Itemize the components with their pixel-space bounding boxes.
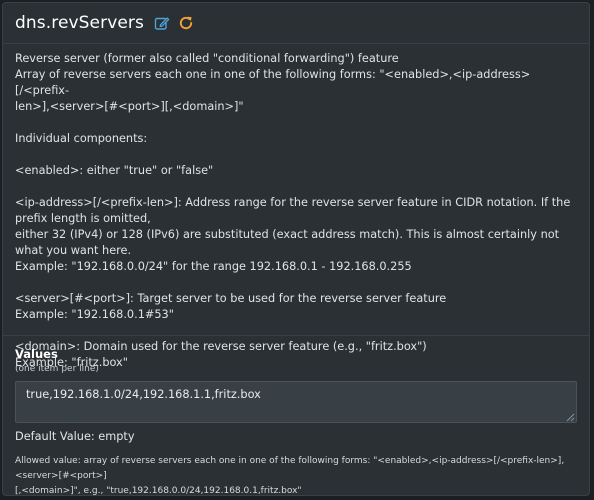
- description-line: Reverse server (former also called "cond…: [15, 52, 399, 65]
- ip-example: Example: "192.168.0.0/24" for the range …: [15, 260, 412, 273]
- values-textarea[interactable]: true,192.168.1.0/24,192.168.1.1,fritz.bo…: [15, 381, 577, 423]
- values-hint: (one item per line): [15, 364, 99, 374]
- server-description: <server>[#<port>]: Target server to be u…: [15, 292, 447, 305]
- ip-description: either 32 (IPv4) or 128 (IPv6) are subst…: [15, 228, 560, 257]
- textarea-value: true,192.168.1.0/24,192.168.1.1,fritz.bo…: [26, 388, 261, 401]
- values-label: Values: [15, 347, 58, 361]
- description-line: len>],<server>[#<port>][,<domain>]": [15, 100, 244, 113]
- setting-description: Reverse server (former also called "cond…: [3, 44, 589, 371]
- allowed-line: [,<domain>]", e.g., "true,192.168.0.0/24…: [15, 486, 302, 496]
- enabled-description: <enabled>: either "true" or "false": [15, 164, 214, 177]
- allowed-line: Allowed value: array of reverse servers …: [15, 456, 565, 481]
- components-heading: Individual components:: [15, 132, 148, 145]
- default-value: Default Value: empty: [15, 430, 135, 443]
- rotate-icon[interactable]: [178, 15, 194, 31]
- ip-description: <ip-address>[/<prefix-len>]: Address ran…: [15, 196, 571, 225]
- resize-grip-icon[interactable]: [566, 412, 575, 422]
- allowed-value: Allowed value: array of reverse servers …: [15, 454, 577, 496]
- description-line: Array of reverse servers each one in one…: [15, 68, 531, 97]
- setting-card: dns.revServers Reverse server (former al…: [2, 2, 590, 496]
- server-example: Example: "192.168.0.1#53": [15, 308, 174, 321]
- pencil-square-icon[interactable]: [154, 15, 170, 31]
- values-section: Values (one item per line) true,192.168.…: [3, 335, 589, 495]
- card-header: dns.revServers: [3, 3, 589, 44]
- setting-title: dns.revServers: [15, 13, 144, 33]
